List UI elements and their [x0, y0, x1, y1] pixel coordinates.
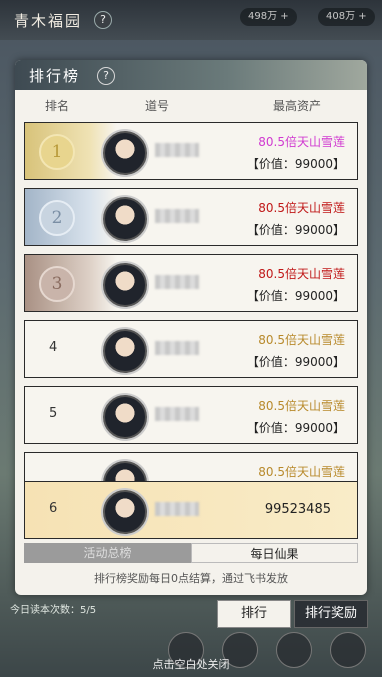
panel-header: 排行榜 ? — [15, 60, 367, 90]
daily-count-text: 今日读本次数：5/5 — [10, 605, 97, 616]
rank-row-partial[interactable]: 80.5倍天山雪莲 — [24, 452, 358, 484]
avatar[interactable] — [103, 263, 147, 307]
rank-number: 5 — [49, 406, 58, 421]
player-name-blurred — [155, 143, 199, 157]
asset-name: 80.5倍天山雪莲 — [258, 465, 345, 479]
asset-name: 80.5倍天山雪莲 — [258, 135, 345, 149]
resource-pill-2[interactable]: 408万 + — [318, 8, 375, 26]
asset-value: 【价值：99000】 — [246, 355, 345, 369]
silver-medal-icon: 2 — [39, 200, 75, 236]
panel-title: 排行榜 — [29, 67, 81, 85]
asset-name: 80.5倍天山雪莲 — [258, 201, 345, 215]
close-hint[interactable]: 点击空白处关闭 — [0, 656, 382, 672]
col-asset: 最高资产 — [273, 99, 322, 113]
player-name-blurred — [155, 502, 199, 516]
tab-daily[interactable]: 每日仙果 — [191, 543, 358, 563]
my-rank-row[interactable]: 6 99523485 — [24, 481, 358, 539]
asset-value: 【价值：99000】 — [246, 289, 345, 303]
my-rank-number: 6 — [49, 501, 58, 516]
player-name-blurred — [155, 407, 199, 421]
player-name-blurred — [155, 209, 199, 223]
rank-row-3[interactable]: 3 80.5倍天山雪莲 【价值：99000】 — [24, 254, 358, 312]
rank-number: 4 — [49, 340, 58, 355]
top-bar: 青木福园 ? 498万 + 408万 + — [0, 0, 382, 40]
asset-name: 80.5倍天山雪莲 — [258, 333, 345, 347]
rank-button[interactable]: 排行 — [217, 600, 291, 628]
avatar[interactable] — [103, 395, 147, 439]
rank-reward-button[interactable]: 排行奖励 — [294, 600, 368, 628]
asset-value: 【价值：99000】 — [246, 421, 345, 435]
scene-title: 青木福园 — [14, 12, 83, 30]
asset-name: 80.5倍天山雪莲 — [258, 399, 345, 413]
player-name-blurred — [155, 341, 199, 355]
avatar[interactable] — [103, 131, 147, 175]
my-score: 99523485 — [264, 502, 331, 517]
rank-row-1[interactable]: 1 80.5倍天山雪莲 【价值：99000】 — [24, 122, 358, 180]
help-icon[interactable]: ? — [94, 11, 112, 29]
col-rank: 排名 — [45, 99, 70, 113]
col-name: 道号 — [145, 99, 170, 113]
leaderboard-panel: 排行榜 ? 排名 道号 最高资产 1 80.5倍天山雪莲 【价值：99000】 … — [15, 60, 367, 595]
asset-name: 80.5倍天山雪莲 — [258, 267, 345, 281]
leaderboard-tabs: 活动总榜 每日仙果 — [24, 543, 358, 563]
avatar[interactable] — [103, 490, 147, 534]
avatar[interactable] — [103, 197, 147, 241]
rank-row-4[interactable]: 4 80.5倍天山雪莲 【价值：99000】 — [24, 320, 358, 378]
rank-row-5[interactable]: 5 80.5倍天山雪莲 【价值：99000】 — [24, 386, 358, 444]
reward-footnote: 排行榜奖励每日0点结算，通过飞书发放 — [94, 572, 288, 585]
help-icon[interactable]: ? — [97, 67, 115, 85]
player-name-blurred — [155, 275, 199, 289]
asset-value: 【价值：99000】 — [246, 157, 345, 171]
asset-value: 【价值：99000】 — [246, 223, 345, 237]
resource-pill-1[interactable]: 498万 + — [240, 8, 297, 26]
rank-row-2[interactable]: 2 80.5倍天山雪莲 【价值：99000】 — [24, 188, 358, 246]
bronze-medal-icon: 3 — [39, 266, 75, 302]
gold-medal-icon: 1 — [39, 134, 75, 170]
avatar[interactable] — [103, 329, 147, 373]
tab-activity[interactable]: 活动总榜 — [24, 543, 191, 563]
